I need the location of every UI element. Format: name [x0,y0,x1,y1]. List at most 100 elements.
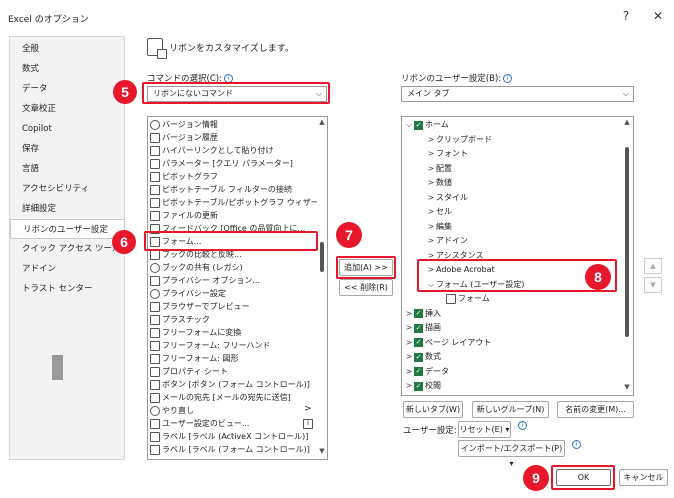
move-up-button[interactable]: ▲ [644,258,662,274]
command-item[interactable]: ピボットグラフ [150,170,308,183]
commands-list[interactable]: バージョン情報 バージョン履歴 ハイパーリンクとして貼り付け パラメーター [クエリ … [147,116,328,460]
tree-tab[interactable]: > ✓ ページ レイアウト [404,336,633,351]
tree-tab[interactable]: > ✓ 挿入 [404,307,633,322]
checkbox-checked-icon[interactable]: ✓ [414,381,423,391]
tree-group[interactable]: > セル [404,205,633,220]
new-group-button[interactable]: 新しいグループ(N) [472,401,549,418]
scroll-up-icon[interactable]: ▲ [622,118,632,126]
tree-tab[interactable]: > ✓ 校閲 [404,379,633,394]
command-item[interactable]: ブラウザーでプレビュー [150,300,308,313]
command-icon [150,405,160,416]
submenu-arrow-icon: > [304,404,312,414]
command-item[interactable]: ユーザー設定のビュー... [150,417,308,430]
commands-scrollbar[interactable]: ▲ ▼ [317,117,327,459]
scroll-down-icon[interactable]: ▼ [622,383,632,391]
command-item[interactable]: メールの宛先 [メールの宛先に送信] [150,391,308,404]
user-settings-label: ユーザー設定: [403,426,457,436]
chevron-right-icon: > [405,352,413,361]
command-item[interactable]: フリーフォームに変換 [150,326,308,339]
command-item[interactable]: やり直し [150,404,308,417]
tree-tab[interactable]: > ✓ 数式 [404,350,633,365]
sidebar-item[interactable]: 数式 [10,59,124,79]
tree-tab-home[interactable]: ⌵ ✓ ホーム [404,118,633,133]
tree-label: ホーム [425,120,449,129]
checkbox-checked-icon[interactable]: ✓ [414,338,423,348]
tree-group[interactable]: > アドイン [404,234,633,249]
command-item[interactable]: ハイパーリンクとして貼り付け [150,144,308,157]
checkbox-checked-icon[interactable]: ✓ [414,120,423,130]
command-item[interactable]: フリーフォーム: フリーハンド [150,339,308,352]
command-item[interactable]: バージョン情報 [150,118,308,131]
checkbox-checked-icon[interactable]: ✓ [414,309,423,319]
tree-group[interactable]: > クリップボード [404,133,633,148]
checkbox-checked-icon[interactable]: ✓ [414,323,423,333]
tree-group[interactable]: > フォント [404,147,633,162]
ribbon-tree[interactable]: ⌵ ✓ ホーム > クリップボード > フォント > 配置 > 数値 > スタイル > セル > 編集 > ア… [401,116,634,396]
sidebar-item[interactable]: データ [10,79,124,99]
scroll-thumb[interactable] [320,242,324,272]
command-item[interactable]: ピボットテーブル フィルターの接続 [150,183,308,196]
reset-button[interactable]: リセット(E) ▾ [458,421,511,438]
sidebar-item[interactable]: リボンのユーザー設定 [10,219,125,239]
sidebar-item[interactable]: 全般 [10,39,124,59]
import-export-button[interactable]: インポート/エクスポート(P) ▾ [458,440,565,468]
command-item[interactable]: プライバシー オプション... [150,274,308,287]
tree-group[interactable]: > 数値 [404,176,633,191]
scroll-down-icon[interactable]: ▼ [317,447,327,455]
sidebar-item[interactable]: アクセシビリティ [10,179,124,199]
command-item[interactable]: プラスチック [150,313,308,326]
command-item[interactable]: プライバシー設定 [150,287,308,300]
sidebar-item[interactable]: アドイン [10,259,124,279]
move-down-button[interactable]: ▼ [644,277,662,293]
command-label: プライバシー設定 [162,289,226,298]
sidebar-item[interactable]: 保存 [10,139,124,159]
ribbon-label: リボンのユーザー設定(B): i [401,72,513,84]
checkbox-checked-icon[interactable]: ✓ [414,367,423,377]
command-item[interactable]: フリーフォーム: 図形 [150,352,308,365]
command-item[interactable]: ブックの共有 (レガシ) [150,261,308,274]
command-icon [150,314,160,325]
sidebar-item[interactable]: トラスト センター [10,279,124,299]
ribbon-tabs-dropdown[interactable]: メイン タブ ⌵ [401,86,634,102]
chevron-right-icon: > [405,366,413,376]
sidebar-item[interactable]: Copilot [10,119,124,139]
tree-group[interactable]: > 編集 [404,220,633,235]
command-item[interactable]: バージョン履歴 [150,131,308,144]
command-label: ラベル [ラベル (フォーム コントロール)] [162,445,310,454]
command-item[interactable]: プロパティ シート [150,365,308,378]
tree-tab[interactable]: > ✓ 描画 [404,321,633,336]
tree-group[interactable]: > スタイル [404,191,633,206]
cancel-button[interactable]: キャンセル [619,469,668,486]
remove-button[interactable]: << 削除(R) [339,279,393,296]
rename-button[interactable]: 名前の変更(M)... [557,401,634,418]
help-button[interactable]: ? [618,9,634,23]
sidebar-item[interactable]: 詳細設定 [10,199,124,219]
step-badge-6: 6 [112,230,136,254]
tree-group[interactable]: > 配置 [404,162,633,177]
sidebar-item[interactable]: 言語 [10,159,124,179]
command-item[interactable]: ファイルの更新 [150,209,308,222]
step-badge-5: 5 [113,80,137,104]
sidebar-item[interactable]: クイック アクセス ツール バー [10,239,124,259]
ribbon-scrollbar[interactable]: ▲ ▼ [622,117,632,395]
tree-label: アドイン [436,236,468,245]
tree-label: 数値 [436,178,452,187]
step-badge-9: 9 [523,465,549,491]
tree-tab[interactable]: >✓表示 [404,394,633,396]
new-tab-button[interactable]: 新しいタブ(W) [403,401,463,418]
sidebar-scrollbar[interactable] [52,355,63,380]
command-item[interactable]: ラベル [ラベル (ActiveX コントロール)] [150,430,308,443]
scroll-thumb[interactable] [625,147,629,337]
command-item[interactable]: ピボットテーブル/ピボットグラフ ウィザード [150,196,327,209]
sidebar-item[interactable]: 文章校正 [10,99,124,119]
tree-tab[interactable]: > ✓ データ [404,365,633,380]
command-item[interactable]: パラメーター [クエリ パラメーター] [150,157,308,170]
command-item[interactable]: ボタン [ボタン (フォーム コントロール)] [150,378,310,391]
command-label: やり直し [162,406,194,415]
tree-command-form[interactable]: フォーム [404,292,633,307]
checkbox-checked-icon[interactable]: ✓ [414,352,423,362]
tree-label: 編集 [436,221,452,231]
scroll-up-icon[interactable]: ▲ [317,118,327,126]
command-item[interactable]: ラベル [ラベル (フォーム コントロール)] [150,443,310,456]
close-icon[interactable]: ✕ [650,9,666,23]
